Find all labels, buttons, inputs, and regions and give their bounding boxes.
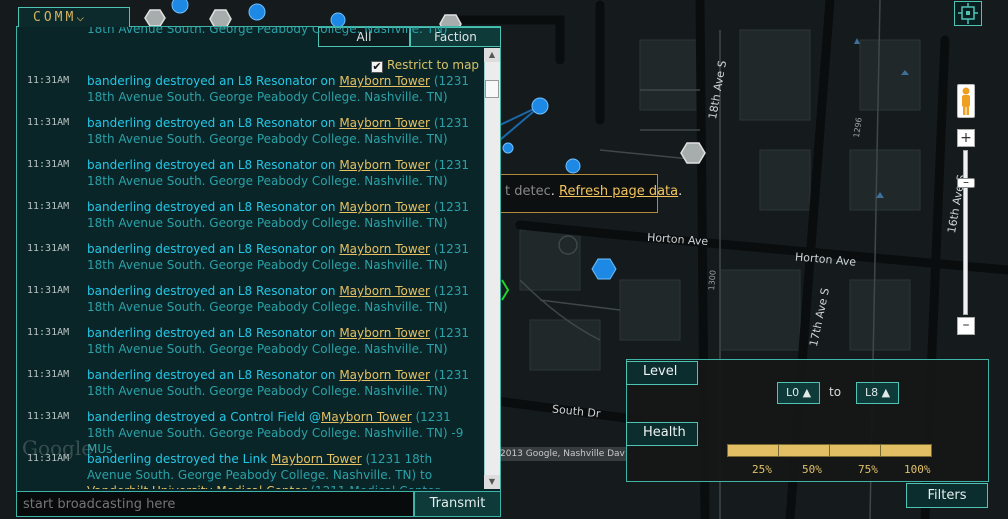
message-prefix: banderling destroyed an L8 Resonator on bbox=[87, 158, 340, 172]
locate-icon[interactable] bbox=[954, 1, 982, 26]
health-tick-25: 25% bbox=[752, 463, 772, 476]
health-header: Health bbox=[626, 422, 698, 446]
message-text: banderling destroyed the Link Mayborn To… bbox=[87, 451, 473, 489]
checkbox-checked-icon: ✔ bbox=[371, 60, 383, 73]
filters-button[interactable]: Filters bbox=[906, 483, 988, 508]
triangle-up-icon: ▲ bbox=[799, 386, 812, 399]
level-to-label: to bbox=[829, 385, 842, 399]
portal-link[interactable]: Mayborn Tower bbox=[339, 242, 430, 256]
google-logo: Google bbox=[22, 436, 94, 460]
portal-link[interactable]: Mayborn Tower bbox=[339, 284, 430, 298]
message-prefix: banderling destroyed an L8 Resonator on bbox=[87, 368, 340, 382]
chevron-down-icon: ⌵ bbox=[76, 10, 85, 25]
refresh-page-data-link[interactable]: Refresh page data bbox=[559, 184, 678, 199]
message-text: banderling destroyed an L8 Resonator on … bbox=[87, 115, 473, 147]
message-text: banderling destroyed an L8 Resonator on … bbox=[87, 241, 473, 273]
message-prefix: banderling destroyed an L8 Resonator on bbox=[87, 284, 340, 298]
zoom-in-button[interactable]: + bbox=[957, 129, 975, 147]
street-number-1300: 1300 bbox=[707, 269, 718, 291]
level-to-value: L8 bbox=[864, 386, 879, 399]
restrict-to-map-label: Restrict to map bbox=[387, 58, 480, 72]
message-prefix: banderling destroyed an L8 Resonator on bbox=[87, 74, 340, 88]
message-prefix: banderling destroyed an L8 Resonator on bbox=[87, 116, 340, 130]
health-tick-100: 100% bbox=[904, 463, 931, 476]
street-view-pegman-icon[interactable] bbox=[957, 84, 975, 118]
message-prefix: banderling destroyed a Control Field @ bbox=[87, 410, 321, 424]
message-prefix: banderling destroyed an L8 Resonator on bbox=[87, 326, 340, 340]
intel-map-app: 18th Ave S Horton Ave Horton Ave 17th Av… bbox=[0, 0, 1008, 519]
comm-scrollbar[interactable] bbox=[484, 48, 500, 489]
refresh-notice: t detec. Refresh page data. bbox=[498, 174, 682, 213]
transmit-button[interactable]: Transmit bbox=[414, 491, 501, 517]
refresh-notice-sep: . bbox=[550, 184, 559, 199]
message-time: 11:31AM bbox=[27, 201, 70, 212]
health-divider bbox=[880, 445, 881, 456]
zoom-out-button[interactable]: – bbox=[957, 317, 975, 335]
health-slider[interactable] bbox=[727, 444, 932, 457]
scrollbar-thumb[interactable] bbox=[485, 80, 499, 98]
message-time: 11:31AM bbox=[27, 411, 70, 422]
broadcast-input[interactable] bbox=[16, 491, 414, 517]
message-partial: 18th Avenue South. George Peabody Colleg… bbox=[87, 27, 448, 36]
comm-tab-label: COMM bbox=[33, 10, 77, 25]
scroll-up-arrow-icon[interactable]: ▲ bbox=[484, 48, 500, 62]
message-text: banderling destroyed an L8 Resonator on … bbox=[87, 325, 473, 357]
message-time: 11:31AM bbox=[27, 285, 70, 296]
scroll-down-arrow-icon[interactable]: ▼ bbox=[484, 475, 500, 489]
zoom-slider-thumb[interactable]: – bbox=[957, 176, 975, 188]
restrict-to-map-checkbox[interactable]: ✔ Restrict to map bbox=[371, 58, 479, 74]
message-text: banderling destroyed an L8 Resonator on … bbox=[87, 73, 473, 105]
health-tick-50: 50% bbox=[802, 463, 822, 476]
refresh-notice-end: . bbox=[678, 184, 683, 199]
portal-link[interactable]: Mayborn Tower bbox=[339, 200, 430, 214]
triangle-up-icon: ▲ bbox=[878, 386, 891, 399]
message-time: 11:31AM bbox=[27, 243, 70, 254]
message-text: banderling destroyed a Control Field @Ma… bbox=[87, 409, 473, 457]
health-divider bbox=[778, 445, 779, 456]
health-divider bbox=[829, 445, 830, 456]
message-time: 11:31AM bbox=[27, 369, 70, 380]
portal-link[interactable]: Mayborn Tower bbox=[271, 452, 362, 466]
message-text: banderling destroyed an L8 Resonator on … bbox=[87, 199, 473, 231]
message-text: banderling destroyed an L8 Resonator on … bbox=[87, 367, 473, 399]
message-prefix: banderling destroyed an L8 Resonator on bbox=[87, 242, 340, 256]
level-header: Level bbox=[626, 361, 698, 385]
comm-message-log[interactable]: 18th Avenue South. George Peabody Colleg… bbox=[16, 27, 483, 489]
message-time: 11:31AM bbox=[27, 117, 70, 128]
portal-link[interactable]: Vanderbilt University Medical Center bbox=[87, 484, 307, 489]
health-tick-75: 75% bbox=[858, 463, 878, 476]
message-time: 11:31AM bbox=[27, 75, 70, 86]
map-copyright: 2013 Google, Nashville Dav bbox=[500, 447, 626, 461]
message-text: banderling destroyed an L8 Resonator on … bbox=[87, 283, 473, 315]
portal-link[interactable]: Mayborn Tower bbox=[339, 116, 430, 130]
level-from-value: L0 bbox=[785, 386, 800, 399]
refresh-notice-partial: t detec bbox=[505, 184, 551, 199]
message-time: 11:31AM bbox=[27, 327, 70, 338]
message-text: banderling destroyed an L8 Resonator on … bbox=[87, 157, 473, 189]
level-to-select[interactable]: L8 ▲ bbox=[856, 382, 899, 404]
message-prefix: banderling destroyed an L8 Resonator on bbox=[87, 200, 340, 214]
portal-link[interactable]: Mayborn Tower bbox=[339, 74, 430, 88]
message-time: 11:31AM bbox=[27, 159, 70, 170]
message-prefix: banderling destroyed the Link bbox=[87, 452, 271, 466]
portal-link[interactable]: Mayborn Tower bbox=[339, 158, 430, 172]
portal-link[interactable]: Mayborn Tower bbox=[339, 368, 430, 382]
level-from-select[interactable]: L0 ▲ bbox=[777, 382, 820, 404]
portal-link[interactable]: Mayborn Tower bbox=[321, 410, 412, 424]
comm-tab[interactable]: COMM⌵ bbox=[18, 7, 130, 27]
portal-link[interactable]: Mayborn Tower bbox=[339, 326, 430, 340]
